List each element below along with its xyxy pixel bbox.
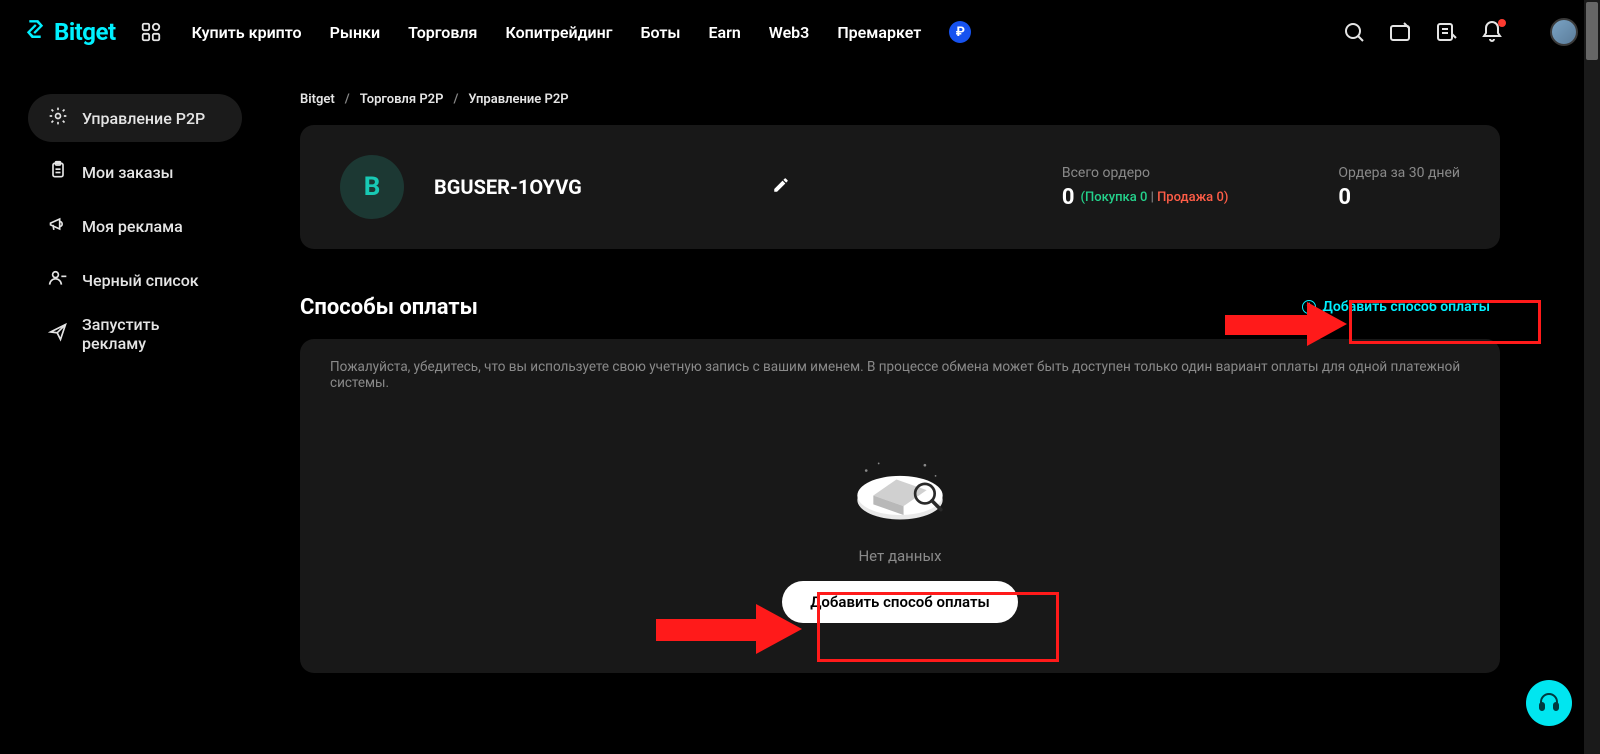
brand-logo[interactable]: Bitget	[22, 16, 116, 48]
nav-item-markets[interactable]: Рынки	[330, 23, 380, 42]
nav-item-buy-crypto[interactable]: Купить крипто	[192, 23, 302, 42]
breadcrumb-section[interactable]: Торговля P2P	[360, 92, 444, 107]
payment-hint: Пожалуйста, убедитесь, что вы использует…	[330, 359, 1470, 391]
stat-label: Ордера за 30 дней	[1338, 165, 1460, 181]
sidebar-item-my-ads[interactable]: Моя реклама	[28, 202, 242, 250]
brand-logo-icon	[22, 16, 48, 48]
scroll-thumb[interactable]	[1586, 2, 1598, 60]
stat-label: Всего ордеро	[1062, 165, 1229, 181]
sidebar: Управление P2P Мои заказы Моя реклама Че…	[0, 64, 260, 754]
profile-card: B BGUSER-1OYVG Всего ордеро 0 (Покупка 0…	[300, 125, 1500, 249]
add-payment-method-link[interactable]: + Добавить способ оплаты	[1292, 293, 1500, 321]
breadcrumb-sep: /	[453, 92, 458, 107]
content: Bitget / Торговля P2P / Управление P2P B…	[260, 64, 1540, 754]
users-minus-icon	[48, 268, 68, 292]
breadcrumb-root[interactable]: Bitget	[300, 92, 335, 107]
sidebar-item-launch-ad[interactable]: Запустить рекламу	[28, 310, 242, 358]
stat-value: 0	[1338, 185, 1460, 210]
nav-item-web3[interactable]: Web3	[769, 23, 810, 42]
breadcrumb-current: Управление P2P	[468, 92, 568, 107]
sidebar-item-blacklist[interactable]: Черный список	[28, 256, 242, 304]
payment-section-head: Способы оплаты + Добавить способ оплаты	[300, 293, 1500, 321]
brand-name: Bitget	[54, 18, 116, 46]
currency-badge[interactable]: ₽	[949, 21, 971, 43]
nav-item-premarket[interactable]: Премаркет	[837, 23, 921, 42]
empty-state: Нет данных Добавить способ оплаты	[330, 421, 1470, 623]
sidebar-item-label: Запустить рекламу	[82, 315, 222, 353]
breadcrumb: Bitget / Торговля P2P / Управление P2P	[300, 92, 1500, 107]
gear-icon	[48, 106, 68, 130]
sidebar-item-label: Моя реклама	[82, 217, 183, 236]
sidebar-item-my-orders[interactable]: Мои заказы	[28, 148, 242, 196]
sidebar-item-p2p-manage[interactable]: Управление P2P	[28, 94, 242, 142]
stat-30d-orders: Ордера за 30 дней 0	[1338, 165, 1460, 210]
nav-item-copytrading[interactable]: Копитрейдинг	[505, 23, 612, 42]
nav-item-bots[interactable]: Боты	[640, 23, 680, 42]
empty-text: Нет данных	[858, 547, 941, 565]
plus-circle-icon: +	[1302, 300, 1316, 314]
apps-icon[interactable]	[140, 21, 162, 43]
avatar[interactable]	[1550, 18, 1578, 46]
add-link-label: Добавить способ оплаты	[1322, 299, 1490, 315]
edit-icon[interactable]	[772, 176, 790, 198]
payment-methods-card: Пожалуйста, убедитесь, что вы использует…	[300, 339, 1500, 673]
stat-value: 0	[1062, 185, 1075, 210]
topnav: Bitget Купить крипто Рынки Торговля Копи…	[0, 0, 1600, 64]
add-payment-method-button[interactable]: Добавить способ оплаты	[782, 581, 1018, 623]
scrollbar[interactable]	[1584, 0, 1600, 754]
support-button[interactable]	[1526, 680, 1572, 726]
stat-total-orders: Всего ордеро 0 (Покупка 0 | Продажа 0)	[1062, 165, 1229, 210]
notification-dot-icon	[1498, 19, 1506, 27]
profile-stats: Всего ордеро 0 (Покупка 0 | Продажа 0) О	[1062, 165, 1460, 210]
nav-items: Купить крипто Рынки Торговля Копитрейдин…	[192, 23, 922, 42]
megaphone-icon	[48, 214, 68, 238]
orders-icon[interactable]	[1434, 20, 1458, 44]
stat-buy-value: 0	[1140, 190, 1147, 205]
empty-illustration-icon	[845, 451, 955, 531]
nav-item-earn[interactable]: Earn	[708, 23, 740, 42]
sidebar-item-label: Управление P2P	[82, 109, 205, 128]
profile-avatar: B	[340, 155, 404, 219]
stat-sell-label: Продажа	[1157, 190, 1213, 205]
breadcrumb-sep: /	[345, 92, 350, 107]
profile-username: BGUSER-1OYVG	[434, 175, 582, 199]
clipboard-icon	[48, 160, 68, 184]
send-icon	[48, 322, 68, 346]
payment-section-title: Способы оплаты	[300, 295, 478, 320]
nav-item-trade[interactable]: Торговля	[408, 23, 477, 42]
stat-buy-label: (Покупка	[1080, 190, 1136, 205]
wallet-icon[interactable]	[1388, 20, 1412, 44]
sidebar-item-label: Черный список	[82, 271, 199, 290]
sidebar-item-label: Мои заказы	[82, 163, 174, 182]
notifications-icon[interactable]	[1480, 20, 1504, 44]
stat-sell-value: 0)	[1216, 190, 1228, 205]
search-icon[interactable]	[1342, 20, 1366, 44]
topnav-right-icons	[1342, 20, 1504, 44]
